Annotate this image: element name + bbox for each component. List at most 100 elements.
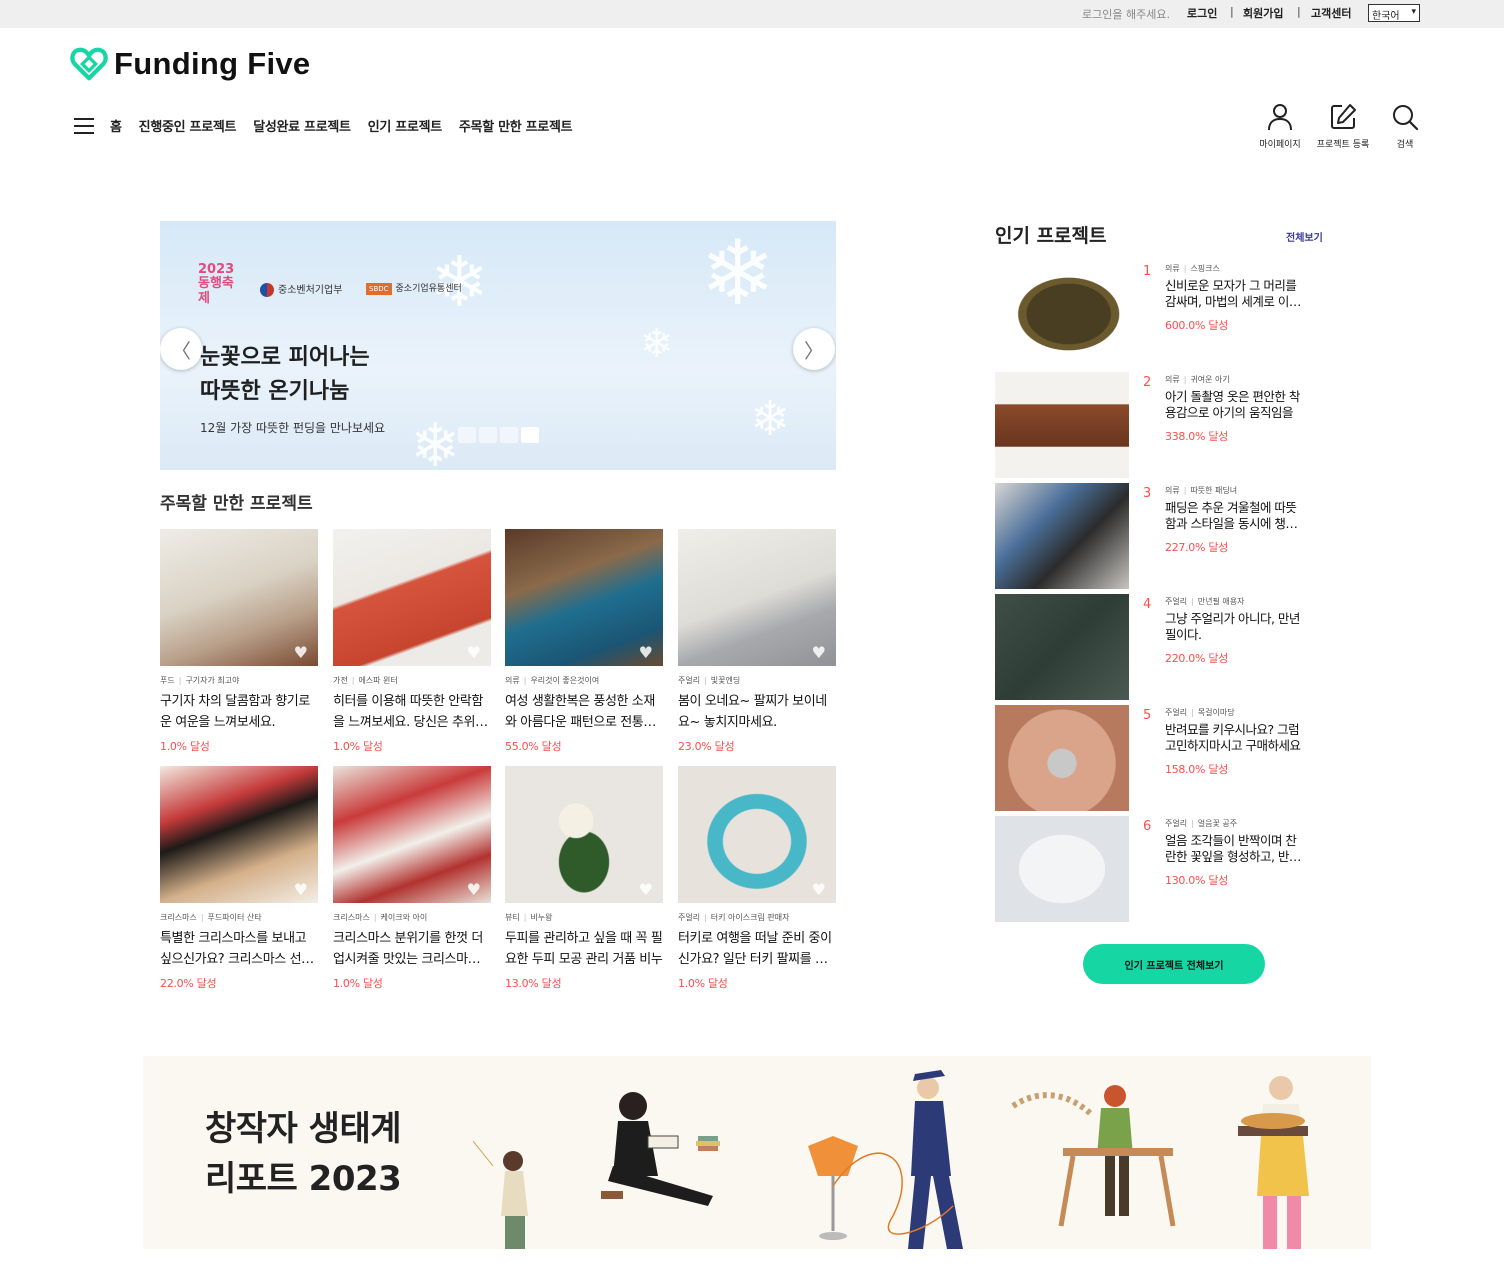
popular-item[interactable]: 3 의류|따뜻한 패딩녀패딩은 추운 겨울철에 따뜻함과 스타일을 동시에 챙겨줍…	[995, 483, 1335, 589]
popular-creator: 얼음꽃 공주	[1197, 819, 1238, 828]
project-title[interactable]: 두피를 관리하고 싶을 때 꼭 필요한 두피 모공 관리 거품 비누	[505, 928, 663, 970]
site-logo[interactable]: Funding Five	[70, 44, 310, 84]
login-link[interactable]: 로그인	[1187, 5, 1217, 21]
hero-banner-carousel[interactable]: ❄ ❄ ❄ ❄ ❄ 2023 동행축제 중소벤처기업부 SBDC 중소기업유통센터…	[160, 221, 836, 470]
popular-thumbnail[interactable]	[995, 483, 1129, 589]
nav-home[interactable]: 홈	[110, 116, 122, 135]
popular-thumbnail[interactable]	[995, 372, 1129, 478]
popular-rank: 4	[1143, 597, 1152, 612]
popular-meta: 주얼리 | 얼음꽃 공주	[1165, 818, 1237, 829]
heart-icon[interactable]: ♥	[294, 880, 308, 899]
popular-achievement-rate: 338.0% 달성	[1165, 430, 1228, 443]
popular-view-all-button[interactable]: 인기 프로젝트 전체보기	[1083, 944, 1265, 984]
meta-divider: |	[1183, 486, 1187, 495]
nav-ongoing[interactable]: 진행중인 프로젝트	[139, 116, 237, 135]
login-message: 로그인을 해주세요.	[1082, 8, 1170, 21]
nav-popular[interactable]: 인기 프로젝트	[368, 116, 442, 135]
nav-completed[interactable]: 달성완료 프로젝트	[253, 116, 351, 135]
popular-title[interactable]: 패딩은 추운 겨울철에 따뜻함과 스타일을 동시에 챙겨줍니다	[1165, 500, 1305, 532]
popular-category: 주얼리	[1165, 819, 1188, 828]
project-category: 크리스마스	[160, 913, 197, 922]
project-thumbnail[interactable]: ♥	[333, 766, 491, 903]
popular-item[interactable]: 1 의류|스핑크스신비로운 모자가 그 머리를 감싸며, 마법의 세계로 이끄는 6…	[995, 261, 1335, 367]
search-button[interactable]: 검색	[1375, 102, 1435, 150]
project-title[interactable]: 히터를 이용해 따뜻한 안락함을 느껴보세요. 당신은 추위를 이기며 편안하게	[333, 691, 491, 733]
popular-title[interactable]: 신비로운 모자가 그 머리를 감싸며, 마법의 세계로 이끄는	[1165, 278, 1305, 310]
project-title[interactable]: 구기자 차의 달콤함과 향기로운 여운을 느껴보세요.	[160, 691, 318, 733]
popular-title[interactable]: 얼음 조각들이 반짝이며 찬란한 꽃잎을 형성하고, 반지에	[1165, 833, 1305, 865]
heart-icon[interactable]: ♥	[639, 643, 653, 662]
popular-title[interactable]: 아기 돌촬영 옷은 편안한 착용감으로 아기의 움직임을	[1165, 389, 1305, 421]
banner-headline: 눈꽃으로 피어나는 따뜻한 온기나눔	[200, 341, 370, 409]
featured-card[interactable]: ♥ 푸드 | 구기자가 최고야 구기자 차의 달콤함과 향기로운 여운을 느껴보세요. 1…	[160, 529, 318, 754]
project-thumbnail[interactable]: ♥	[505, 529, 663, 666]
popular-rank: 3	[1143, 486, 1152, 501]
project-category: 주얼리	[678, 913, 701, 922]
carousel-next-button[interactable]: 〉	[793, 328, 835, 370]
project-title[interactable]: 봄이 오네요~ 팔찌가 보이네요~ 놓치지마세요.	[678, 691, 836, 733]
popular-achievement-rate: 220.0% 달성	[1165, 652, 1228, 665]
project-thumbnail[interactable]: ♥	[160, 529, 318, 666]
project-title[interactable]: 여성 생활한복은 풍성한 소재와 아름다운 패턴으로 전통미를	[505, 691, 663, 733]
featured-card[interactable]: ♥ 의류 | 우리것이 좋은것이여 여성 생활한복은 풍성한 소재와 아름다운 패턴으로…	[505, 529, 663, 754]
heart-icon[interactable]: ♥	[639, 880, 653, 899]
report-title: 창작자 생태계 리포트 2023	[205, 1104, 402, 1204]
project-thumbnail[interactable]: ♥	[505, 766, 663, 903]
featured-card[interactable]: ♥ 주얼리 | 빛꽃엔딩 봄이 오네요~ 팔찌가 보이네요~ 놓치지마세요. 23.0% …	[678, 529, 836, 754]
heart-icon[interactable]: ♥	[467, 643, 481, 662]
project-thumbnail[interactable]: ♥	[678, 529, 836, 666]
separator: |	[1230, 5, 1234, 18]
project-thumbnail[interactable]: ♥	[333, 529, 491, 666]
project-achievement-rate: 13.0% 달성	[505, 977, 562, 990]
register-project-button[interactable]: 프로젝트 등록	[1313, 102, 1373, 150]
featured-card[interactable]: ♥ 주얼리 | 터키 아이스크림 판매자 터키로 여행을 떠날 준비 중이신가요? 일단…	[678, 766, 836, 991]
project-title[interactable]: 특별한 크리스마스를 보내고 싶으신가요? 크리스마스 선물을	[160, 928, 318, 970]
language-select[interactable]: 한국어 ▾	[1368, 4, 1420, 22]
featured-card[interactable]: ♥ 가전 | 에스파 윈터 히터를 이용해 따뜻한 안락함을 느껴보세요. 당신은 추위…	[333, 529, 491, 754]
popular-meta: 주얼리 | 만년필 애용자	[1165, 596, 1245, 607]
popular-thumbnail[interactable]	[995, 261, 1129, 367]
mypage-button[interactable]: 마이페이지	[1250, 102, 1310, 150]
carousel-dot[interactable]	[500, 427, 518, 443]
carousel-prev-button[interactable]: 〈	[160, 328, 202, 370]
popular-category: 의류	[1165, 264, 1180, 273]
signup-link[interactable]: 회원가입	[1243, 5, 1283, 21]
project-category: 크리스마스	[333, 913, 370, 922]
meta-divider: |	[523, 913, 527, 922]
project-creator: 푸드파이터 산타	[207, 913, 262, 922]
creator-report-banner[interactable]: 창작자 생태계 리포트 2023	[143, 1056, 1371, 1249]
project-thumbnail[interactable]: ♥	[678, 766, 836, 903]
popular-title[interactable]: 반려묘를 키우시나요? 그럼 고민하지마시고 구매하세요	[1165, 722, 1305, 754]
project-meta: 푸드 | 구기자가 최고야	[160, 675, 318, 686]
hamburger-menu-icon[interactable]	[74, 117, 94, 134]
carousel-dot-active[interactable]	[521, 427, 539, 443]
project-title[interactable]: 크리스마스 분위기를 한껏 더 업시켜줄 맛있는 크리스마스 케이크	[333, 928, 491, 970]
carousel-dot[interactable]	[479, 427, 497, 443]
popular-thumbnail[interactable]	[995, 594, 1129, 700]
popular-thumbnail[interactable]	[995, 816, 1129, 922]
popular-item[interactable]: 5 주얼리 | 목걸이마당 반려묘를 키우시나요? 그럼 고민하지마시고 구매하세요 15…	[995, 705, 1335, 811]
project-title[interactable]: 터키로 여행을 떠날 준비 중이신가요? 일단 터키 팔찌를 하나	[678, 928, 836, 970]
featured-card[interactable]: ♥ 뷰티 | 비누왕 두피를 관리하고 싶을 때 꼭 필요한 두피 모공 관리 거품 비…	[505, 766, 663, 991]
featured-card[interactable]: ♥ 크리스마스 | 푸드파이터 산타 특별한 크리스마스를 보내고 싶으신가요? 크리스…	[160, 766, 318, 991]
popular-item[interactable]: 6 주얼리 | 얼음꽃 공주 얼음 조각들이 반짝이며 찬란한 꽃잎을 형성하고, 반지…	[995, 816, 1335, 922]
popular-meta: 주얼리 | 목걸이마당	[1165, 707, 1235, 718]
featured-card[interactable]: ♥ 크리스마스 | 케이크와 아이 크리스마스 분위기를 한껏 더 업시켜줄 맛있는 크…	[333, 766, 491, 991]
heart-icon[interactable]: ♥	[467, 880, 481, 899]
heart-icon[interactable]: ♥	[294, 643, 308, 662]
popular-item[interactable]: 2 의류 | 귀여운 아기 아기 돌촬영 옷은 편안한 착용감으로 아기의 움직임을 33…	[995, 372, 1335, 478]
nav-notable[interactable]: 주목할 만한 프로젝트	[459, 116, 573, 135]
project-thumbnail[interactable]: ♥	[160, 766, 318, 903]
popular-view-all-link[interactable]: 전체보기	[1286, 229, 1323, 244]
heart-icon[interactable]: ♥	[812, 643, 826, 662]
project-achievement-rate: 1.0% 달성	[333, 977, 383, 990]
popular-item[interactable]: 4 주얼리 | 만년필 애용자그냥 주얼리가 아니다, 만년필이다. 220.0% 달성	[995, 594, 1335, 700]
heart-icon[interactable]: ♥	[812, 880, 826, 899]
popular-thumbnail[interactable]	[995, 705, 1129, 811]
carousel-dot[interactable]	[458, 427, 476, 443]
popular-title[interactable]: 그냥 주얼리가 아니다, 만년필이다.	[1165, 611, 1305, 643]
main-nav: 홈 진행중인 프로젝트 달성완료 프로젝트 인기 프로젝트 주목할 만한 프로젝…	[74, 116, 589, 135]
ministry-emblem-icon	[260, 283, 274, 297]
report-title-line2: 리포트 2023	[205, 1159, 402, 1199]
support-link[interactable]: 고객센터	[1311, 5, 1351, 21]
